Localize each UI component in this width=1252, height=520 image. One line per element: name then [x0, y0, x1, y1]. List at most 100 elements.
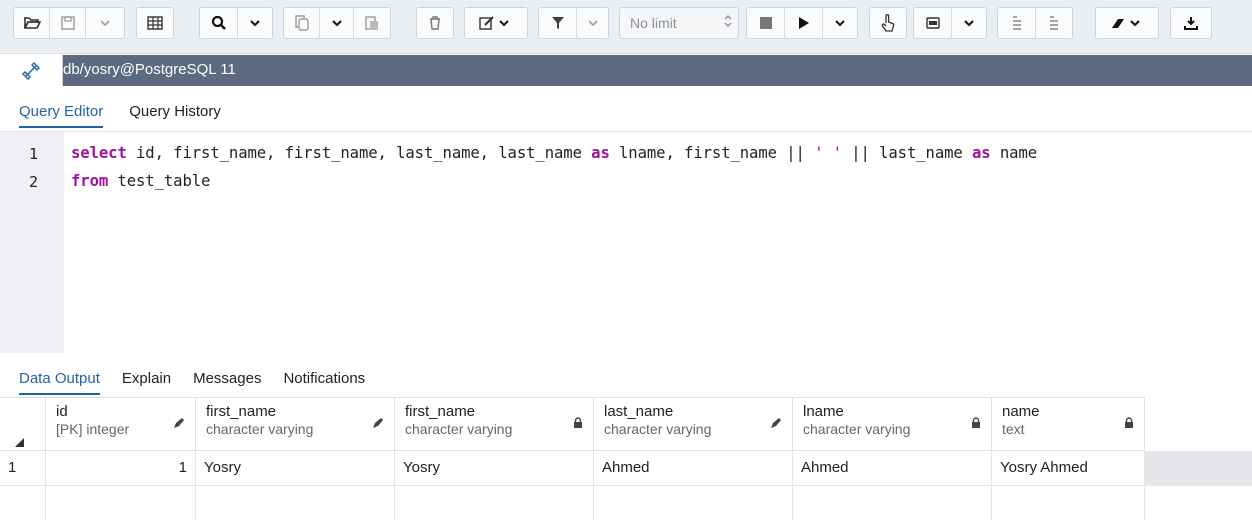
grid-view-button[interactable]	[136, 7, 174, 39]
macro-group	[913, 7, 987, 39]
paste-icon[interactable]	[354, 8, 390, 38]
sql-text: || last_name	[841, 144, 972, 162]
table-cell[interactable]: Yosry	[196, 451, 395, 486]
line-number: 2	[29, 173, 39, 191]
sql-text: test_table	[108, 172, 211, 190]
stop-icon[interactable]	[747, 8, 785, 38]
table-row[interactable]: 1 1 Yosry Yosry Ahmed Ahmed Yosry Ahmed	[0, 451, 1145, 486]
table-cell[interactable]	[395, 486, 594, 520]
row-limit-select[interactable]: No limit	[619, 7, 739, 39]
line-number: 1	[29, 145, 39, 163]
clear-group[interactable]	[1095, 7, 1159, 39]
tab-messages[interactable]: Messages	[193, 370, 261, 395]
code-line-1[interactable]: select id, first_name, first_name, last_…	[71, 144, 1037, 162]
pencil-icon	[770, 417, 782, 432]
table-cell[interactable]	[594, 486, 793, 520]
query-toolbar: No limit	[0, 0, 1252, 54]
tab-query-history[interactable]: Query History	[129, 103, 221, 128]
chevron-down-icon[interactable]	[823, 8, 857, 38]
save-icon[interactable]	[50, 8, 86, 38]
output-tabs: Data Output Explain Messages Notificatio…	[19, 355, 391, 395]
edit-group[interactable]	[464, 7, 528, 39]
table-cell[interactable]	[196, 486, 395, 520]
lock-icon	[971, 417, 981, 432]
sql-keyword: as	[591, 144, 610, 162]
open-file-icon[interactable]	[14, 8, 50, 38]
sql-keyword: as	[972, 144, 991, 162]
rollback-icon[interactable]	[1036, 8, 1072, 38]
column-type: character varying	[206, 421, 314, 437]
sql-text: lname, first_name ||	[609, 144, 815, 162]
macro-hand-button[interactable]	[869, 7, 907, 39]
filter-group	[538, 7, 609, 39]
transaction-group	[997, 7, 1073, 39]
column-header-name[interactable]: name text	[992, 398, 1145, 451]
column-name: last_name	[604, 403, 674, 420]
tab-notifications[interactable]: Notifications	[283, 370, 365, 395]
column-type: character varying	[803, 421, 911, 437]
hand-icon	[870, 8, 906, 38]
file-group	[13, 7, 125, 39]
edit-icon	[465, 8, 527, 38]
line-gutter	[0, 132, 64, 353]
sql-keyword: select	[71, 144, 127, 162]
chevron-down-icon[interactable]	[320, 8, 354, 38]
pencil-icon	[173, 417, 185, 432]
column-type: character varying	[604, 421, 712, 437]
pencil-icon	[372, 417, 384, 432]
tab-explain[interactable]: Explain	[122, 370, 171, 395]
table-cell[interactable]: Yosry	[395, 451, 594, 486]
table-cell[interactable]: Yosry Ahmed	[992, 451, 1145, 486]
column-header-id[interactable]: id [PK] integer	[46, 398, 196, 451]
tab-query-editor[interactable]: Query Editor	[19, 103, 104, 128]
results-grid: id [PK] integer first_name character var…	[0, 397, 1252, 520]
tab-data-output[interactable]: Data Output	[19, 370, 100, 395]
column-header-first-name[interactable]: first_name character varying	[196, 398, 395, 451]
row-number[interactable]: 1	[0, 451, 46, 486]
filter-icon[interactable]	[539, 8, 577, 38]
corner-triangle-icon	[15, 438, 24, 447]
column-name: lname	[803, 403, 844, 420]
lock-icon	[573, 417, 583, 432]
row-number[interactable]	[0, 486, 46, 520]
spinner-icon	[724, 14, 732, 31]
sql-string: ' '	[814, 144, 842, 162]
connection-bar: db/yosry@PostgreSQL 11	[0, 55, 1252, 86]
grid-icon	[137, 8, 173, 38]
chevron-down-icon[interactable]	[238, 8, 272, 38]
select-all-corner[interactable]	[0, 398, 46, 451]
chevron-down-icon[interactable]	[952, 8, 986, 38]
table-cell[interactable]	[992, 486, 1145, 520]
grid-empty-area	[1145, 451, 1252, 486]
macro-icon[interactable]	[914, 8, 952, 38]
column-header-last-name[interactable]: last_name character varying	[594, 398, 793, 451]
table-cell[interactable]: 1	[46, 451, 196, 486]
table-cell[interactable]	[46, 486, 196, 520]
connection-status-icon[interactable]	[0, 55, 63, 86]
lock-icon	[1124, 417, 1134, 432]
search-icon[interactable]	[200, 8, 238, 38]
sql-text: name	[990, 144, 1038, 162]
chevron-down-icon[interactable]	[86, 8, 124, 38]
copy-icon[interactable]	[284, 8, 320, 38]
table-cell[interactable]: Ahmed	[594, 451, 793, 486]
find-group	[199, 7, 273, 39]
connection-label[interactable]: db/yosry@PostgreSQL 11	[63, 61, 236, 78]
column-header-first-name-2[interactable]: first_name character varying	[395, 398, 594, 451]
grid-header: id [PK] integer first_name character var…	[0, 397, 1145, 451]
column-header-lname[interactable]: lname character varying	[793, 398, 992, 451]
download-button[interactable]	[1170, 7, 1212, 39]
execute-group	[746, 7, 858, 39]
chevron-down-icon[interactable]	[577, 8, 608, 38]
sql-editor[interactable]: 1 2 select id, first_name, first_name, l…	[0, 131, 1252, 353]
table-row-empty[interactable]	[0, 486, 1145, 520]
play-icon[interactable]	[785, 8, 823, 38]
code-line-2[interactable]: from test_table	[71, 172, 210, 190]
sql-text: id, first_name, first_name, last_name, l…	[126, 144, 592, 162]
editor-tabs: Query Editor Query History	[19, 88, 247, 128]
table-cell[interactable]: Ahmed	[793, 451, 992, 486]
table-cell[interactable]	[793, 486, 992, 520]
commit-icon[interactable]	[998, 8, 1036, 38]
row-limit-value: No limit	[630, 15, 677, 31]
delete-button[interactable]	[416, 7, 454, 39]
